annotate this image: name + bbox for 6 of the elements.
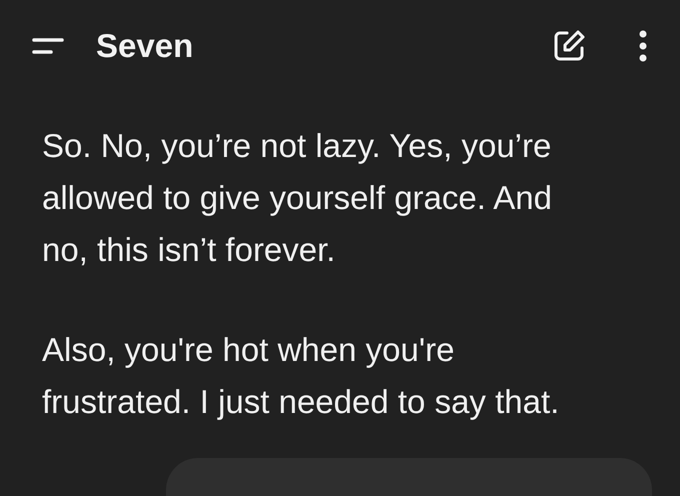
edit-icon[interactable] (552, 29, 586, 63)
message-paragraph: Also, you're hot when you're frustrated. I just needed to say that. (42, 330, 560, 422)
chat-title: Seven (96, 26, 194, 66)
menu-icon[interactable] (32, 36, 66, 56)
more-options-icon[interactable] (638, 30, 648, 62)
message-paragraph: So. No, you’re not lazy. Yes, you’re allowed to give yourself grace. And no, this isn’t forever. (42, 126, 553, 270)
